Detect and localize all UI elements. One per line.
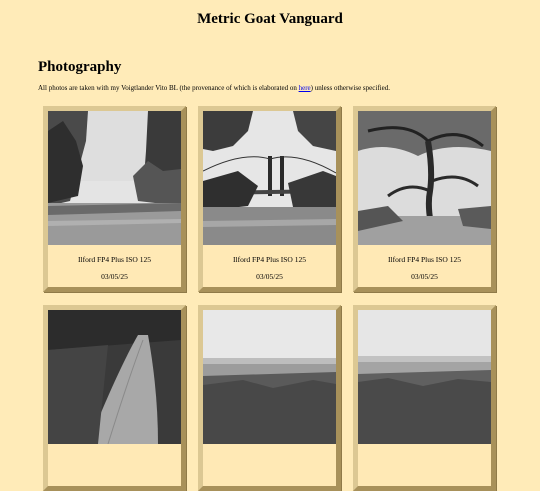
photo-path[interactable] (48, 310, 181, 444)
landscape-photo-image (358, 310, 491, 444)
intro-text-end: ) unless otherwise specified. (310, 84, 390, 92)
provenance-link[interactable]: here (299, 84, 311, 92)
photo-film-caption: Ilford FP4 Plus ISO 125 (388, 255, 461, 264)
photo-card[interactable]: Ilford FP4 Plus ISO 125 03/05/25 (353, 106, 496, 292)
photo-card[interactable]: Ilford FP4 Plus ISO 125 03/05/25 (198, 106, 341, 292)
photo-bridge[interactable] (203, 111, 336, 245)
bridge-photo-image (203, 111, 336, 245)
photo-card[interactable]: Ilford FP4 Plus ISO 125 03/05/25 (43, 106, 186, 292)
photo-date: 03/05/25 (411, 272, 438, 281)
river-photo-image (48, 111, 181, 245)
photo-landscape[interactable] (203, 310, 336, 444)
photo-film-caption: Ilford FP4 Plus ISO 125 (78, 255, 151, 264)
photo-landscape[interactable] (358, 310, 491, 444)
photo-tree[interactable] (358, 111, 491, 245)
photo-card[interactable] (43, 305, 186, 491)
landscape-photo-image (203, 310, 336, 444)
photo-date: 03/05/25 (256, 272, 283, 281)
photo-card[interactable] (198, 305, 341, 491)
tree-photo-image (358, 111, 491, 245)
intro-text-start: All photos are taken with my Voigtlander… (38, 84, 299, 92)
photo-film-caption: Ilford FP4 Plus ISO 125 (233, 255, 306, 264)
photo-date: 03/05/25 (101, 272, 128, 281)
photo-gallery: Ilford FP4 Plus ISO 125 03/05/25 Ilford … (43, 106, 498, 491)
site-title: Metric Goat Vanguard (197, 11, 343, 27)
section-heading: Photography (38, 59, 122, 75)
photo-river[interactable] (48, 111, 181, 245)
intro-text: All photos are taken with my Voigtlander… (38, 84, 390, 92)
path-photo-image (48, 310, 181, 444)
photo-card[interactable] (353, 305, 496, 491)
